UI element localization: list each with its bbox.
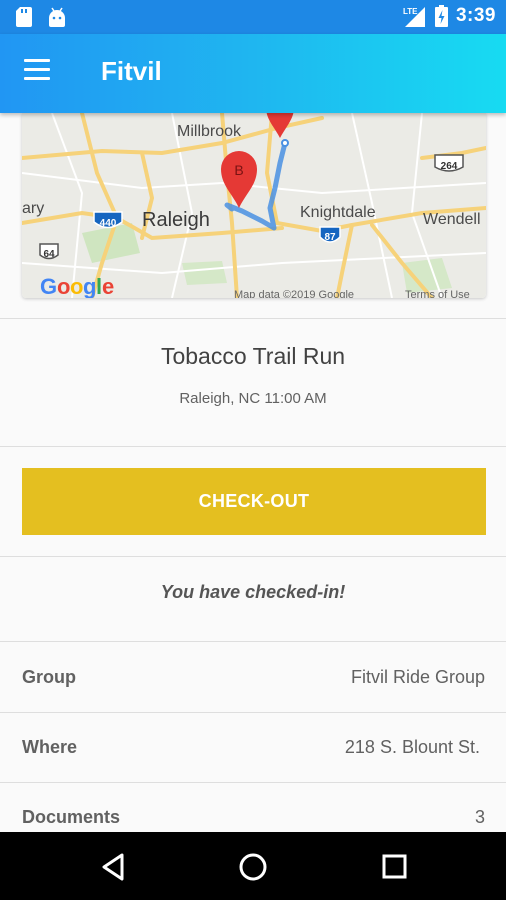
svg-text:e: e <box>102 274 114 298</box>
battery-charging-icon <box>434 5 448 27</box>
detail-row-where[interactable]: Where 218 S. Blount St. <box>0 712 506 782</box>
google-logo: G o o g l e <box>40 274 114 298</box>
detail-value: 3 <box>474 807 485 827</box>
event-title: Tobacco Trail Run <box>160 343 346 369</box>
detail-value: 218 S. Blount St. <box>344 737 480 757</box>
svg-text:o: o <box>57 274 70 298</box>
map-label-cary: ary <box>22 200 44 217</box>
back-icon[interactable] <box>96 850 132 884</box>
divider <box>0 446 506 447</box>
detail-label: Where <box>22 737 78 757</box>
map-label-wendell: Wendell <box>423 211 481 228</box>
home-icon[interactable] <box>235 850 271 884</box>
map-label-knightdale: Knightdale <box>300 204 376 221</box>
detail-value: Fitvil Ride Group <box>350 667 485 687</box>
clock: 3:39 <box>455 5 496 26</box>
recents-icon[interactable] <box>376 850 412 884</box>
us-64-shield: 64 <box>39 243 59 260</box>
detail-label: Group <box>22 667 76 687</box>
park-area <box>182 261 227 285</box>
shield-440-label: 440 <box>100 218 117 229</box>
detail-row-group[interactable]: Group Fitvil Ride Group <box>0 642 506 712</box>
svg-text:o: o <box>70 274 83 298</box>
system-nav-bar <box>0 832 506 900</box>
app-bar: Fitvil <box>0 34 506 113</box>
signal-icon: LTE <box>403 7 425 27</box>
map-label-raleigh: Raleigh <box>142 209 210 231</box>
map-label-millbrook: Millbrook <box>177 123 242 140</box>
check-out-button[interactable]: CHECK-OUT <box>22 468 486 535</box>
checkin-status-message: You have checked-in! <box>160 582 346 602</box>
sd-card-icon <box>16 7 32 27</box>
network-type-label: LTE <box>403 7 418 16</box>
status-left-icons <box>16 7 66 27</box>
us-264-shield: 264 <box>434 154 464 172</box>
detail-label: Documents <box>22 807 121 827</box>
shield-264-label: 264 <box>441 161 458 172</box>
divider <box>0 318 506 319</box>
app-title: Fitvil <box>101 56 162 86</box>
android-icon <box>49 7 65 27</box>
marker-b-label: B <box>234 162 243 178</box>
status-right-icons: LTE 3:39 <box>403 5 496 27</box>
route-start-dot <box>281 139 289 147</box>
hamburger-menu-icon[interactable] <box>22 59 56 89</box>
shield-87-label: 87 <box>324 232 336 243</box>
route-map[interactable]: B Millbrook Raleigh Knightdale Wendell a… <box>22 113 486 298</box>
shield-64-label: 64 <box>43 249 55 260</box>
svg-text:g: g <box>83 274 96 298</box>
map-terms-link[interactable]: Terms of Use <box>405 289 470 298</box>
status-bar: LTE 3:39 <box>0 0 506 34</box>
divider <box>0 556 506 557</box>
map-attribution: Map data ©2019 Google <box>234 289 354 298</box>
event-location-time: Raleigh, NC 11:00 AM <box>179 390 327 407</box>
svg-text:G: G <box>40 274 57 298</box>
